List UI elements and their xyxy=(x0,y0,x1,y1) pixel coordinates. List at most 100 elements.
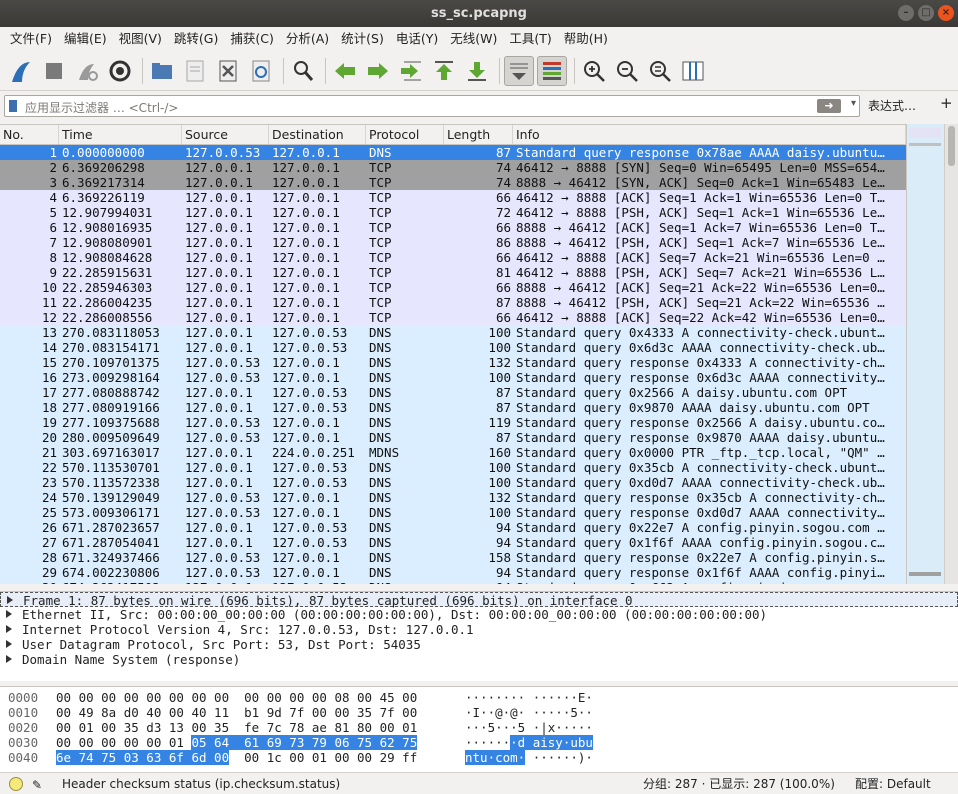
packet-row[interactable]: 5 12.907994031 127.0.0.1 127.0.0.1 TCP 72 4641… xyxy=(0,205,906,220)
menu-item-2[interactable]: 视图(V) xyxy=(113,27,168,51)
zoom-in-button[interactable] xyxy=(579,56,609,86)
hex-byte-group[interactable]: 05 64 61 69 73 79 06 75 62 75 xyxy=(191,735,418,750)
hex-bytes[interactable]: 00 00 00 00 00 01 05 64 61 69 73 79 06 7… xyxy=(56,735,440,750)
zoom-out-button[interactable] xyxy=(612,56,642,86)
column-header-destination[interactable]: Destination xyxy=(269,125,366,144)
menu-item-4[interactable]: 捕获(C) xyxy=(224,27,279,51)
expand-arrow-icon[interactable] xyxy=(6,625,12,633)
packet-row[interactable]: 13 270.083118053 127.0.0.1 127.0.0.53 DNS 100… xyxy=(0,325,906,340)
start-capture-button[interactable] xyxy=(6,56,36,86)
expand-arrow-icon[interactable] xyxy=(7,596,13,604)
packet-minimap[interactable] xyxy=(906,124,944,584)
hex-byte-group[interactable]: 00 01 00 35 d3 13 00 35 fe 7c 78 ae 81 8… xyxy=(56,720,417,735)
column-header-info[interactable]: Info xyxy=(513,125,906,144)
expand-arrow-icon[interactable] xyxy=(6,610,12,618)
ascii-group[interactable]: ntu·com· xyxy=(465,750,526,765)
ascii-group[interactable]: ···5···5 ·|x····· xyxy=(465,720,593,735)
hex-ascii[interactable]: ···5···5 ·|x····· xyxy=(465,720,593,735)
ascii-group[interactable]: ·I··@·@· ·····5·· xyxy=(465,705,593,720)
packet-row[interactable]: 15 270.109701375 127.0.0.53 127.0.0.1 DNS 132… xyxy=(0,355,906,370)
packet-row[interactable]: 19 277.109375688 127.0.0.53 127.0.0.1 DNS 119… xyxy=(0,415,906,430)
hex-bytes[interactable]: 00 49 8a d0 40 00 40 11 b1 9d 7f 00 00 3… xyxy=(56,705,440,720)
filter-history-dropdown-icon[interactable]: ▾ xyxy=(851,98,856,109)
go-last-packet-button[interactable] xyxy=(462,56,492,86)
packet-row[interactable]: 9 22.285915631 127.0.0.1 127.0.0.1 TCP 81 4641… xyxy=(0,265,906,280)
apply-filter-icon[interactable]: ➜ xyxy=(817,99,841,113)
packet-row[interactable]: 16 273.009298164 127.0.0.53 127.0.0.1 DNS 100… xyxy=(0,370,906,385)
packet-row[interactable]: 10 22.285946303 127.0.0.1 127.0.0.1 TCP 66 888… xyxy=(0,280,906,295)
menu-item-8[interactable]: 无线(W) xyxy=(444,27,503,51)
go-back-button[interactable] xyxy=(330,56,360,86)
packet-row[interactable]: 20 280.009509649 127.0.0.53 127.0.0.1 DNS 87 S… xyxy=(0,430,906,445)
save-file-button[interactable] xyxy=(180,56,210,86)
add-filter-button[interactable]: + xyxy=(940,94,953,112)
packet-row[interactable]: 3 6.369217314 127.0.0.1 127.0.0.1 TCP 74 8888 … xyxy=(0,175,906,190)
packet-row[interactable]: 25 573.009306171 127.0.0.53 127.0.0.1 DNS 100… xyxy=(0,505,906,520)
menu-item-0[interactable]: 文件(F) xyxy=(4,27,58,51)
column-header-length[interactable]: Length xyxy=(444,125,513,144)
hex-bytes[interactable]: 00 00 00 00 00 00 00 00 00 00 00 00 08 0… xyxy=(56,690,440,705)
ascii-group[interactable]: ········ ······E· xyxy=(465,690,593,705)
column-header-protocol[interactable]: Protocol xyxy=(366,125,444,144)
expression-button[interactable]: 表达式… xyxy=(868,97,916,114)
packet-row[interactable]: 22 570.113530701 127.0.0.1 127.0.0.53 DNS 100… xyxy=(0,460,906,475)
reload-file-button[interactable] xyxy=(246,56,276,86)
column-header-no[interactable]: No. xyxy=(0,125,59,144)
detail-tree-item[interactable]: Domain Name System (response) xyxy=(0,652,958,667)
expert-info-icon[interactable] xyxy=(9,777,23,791)
detail-tree-item[interactable]: Internet Protocol Version 4, Src: 127.0.… xyxy=(0,622,958,637)
hex-byte-group[interactable]: 6e 74 75 03 63 6f 6d 00 xyxy=(56,750,230,765)
packet-row[interactable]: 29 674.002230806 127.0.0.53 127.0.0.1 DNS 94 S… xyxy=(0,565,906,580)
resize-columns-button[interactable] xyxy=(678,56,708,86)
menu-item-9[interactable]: 工具(T) xyxy=(503,27,557,51)
hex-byte-group[interactable]: 00 1c 00 01 00 00 29 ff xyxy=(229,750,417,765)
autoscroll-button[interactable] xyxy=(504,55,534,86)
packet-row[interactable]: 4 6.369226119 127.0.0.1 127.0.0.1 TCP 66 46412… xyxy=(0,190,906,205)
detail-tree-item[interactable]: User Datagram Protocol, Src Port: 53, Ds… xyxy=(0,637,958,652)
column-header-time[interactable]: Time xyxy=(59,125,182,144)
ascii-group[interactable]: ······)· xyxy=(525,750,593,765)
detail-tree-item[interactable]: Ethernet II, Src: 00:00:00_00:00:00 (00:… xyxy=(0,607,958,622)
packet-row[interactable]: 30674.262417503127.0.0.1127.0.0.53DNS94S… xyxy=(0,580,906,584)
packet-row[interactable]: 7 12.908080901 127.0.0.1 127.0.0.1 TCP 86 8888… xyxy=(0,235,906,250)
profile-status[interactable]: 配置: Default xyxy=(855,773,931,794)
packet-list-scrollbar[interactable] xyxy=(944,124,958,584)
expand-arrow-icon[interactable] xyxy=(6,655,12,663)
go-forward-button[interactable] xyxy=(363,56,393,86)
packet-row[interactable]: 8 12.908084628 127.0.0.1 127.0.0.1 TCP 66 4641… xyxy=(0,250,906,265)
packet-row[interactable]: 14 270.083154171 127.0.0.1 127.0.0.53 DNS 100… xyxy=(0,340,906,355)
capture-comment-icon[interactable]: ✎ xyxy=(32,774,42,794)
hex-byte-group[interactable]: 00 00 00 00 00 00 00 00 00 00 00 00 08 0… xyxy=(56,690,417,705)
column-header-source[interactable]: Source xyxy=(182,125,269,144)
open-file-button[interactable] xyxy=(147,56,177,86)
menu-item-7[interactable]: 电话(Y) xyxy=(390,27,444,51)
menu-item-1[interactable]: 编辑(E) xyxy=(58,27,113,51)
menu-item-10[interactable]: 帮助(H) xyxy=(558,27,614,51)
packet-row[interactable]: 6 12.908016935 127.0.0.1 127.0.0.1 TCP 66 8888… xyxy=(0,220,906,235)
hex-ascii[interactable]: ········ ······E· xyxy=(465,690,593,705)
ascii-group[interactable]: ······ xyxy=(465,735,510,750)
find-packet-button[interactable] xyxy=(288,56,318,86)
packet-row[interactable]: 18 277.080919166 127.0.0.1 127.0.0.53 DNS 87 S… xyxy=(0,400,906,415)
menu-item-3[interactable]: 跳转(G) xyxy=(168,27,224,51)
go-to-packet-button[interactable] xyxy=(396,56,426,86)
hex-byte-group[interactable]: 00 49 8a d0 40 00 40 11 b1 9d 7f 00 00 3… xyxy=(56,705,417,720)
restart-capture-button[interactable] xyxy=(72,56,102,86)
close-button[interactable]: × xyxy=(938,5,954,21)
packet-row[interactable]: 23 570.113572338 127.0.0.1 127.0.0.53 DNS 100… xyxy=(0,475,906,490)
scrollbar-thumb[interactable] xyxy=(948,126,955,166)
hex-ascii[interactable]: ntu·com· ······)· xyxy=(465,750,593,765)
maximize-button[interactable]: □ xyxy=(918,5,934,21)
display-filter-input[interactable]: 应用显示过滤器 … <Ctrl-/> ➜ ▾ xyxy=(4,95,860,117)
ascii-group[interactable]: ·d aisy·ubu xyxy=(510,735,593,750)
stop-capture-button[interactable] xyxy=(39,56,69,86)
packet-row[interactable]: 28 671.324937466 127.0.0.53 127.0.0.1 DNS 158… xyxy=(0,550,906,565)
packet-row[interactable]: 11 22.286004235 127.0.0.1 127.0.0.1 TCP 87 888… xyxy=(0,295,906,310)
packet-row[interactable]: 1 0.000000000 127.0.0.53 127.0.0.1 DNS 87 Stan… xyxy=(0,145,906,160)
filter-bookmark-icon[interactable] xyxy=(9,100,17,112)
packet-row[interactable]: 17 277.080888742 127.0.0.1 127.0.0.53 DNS 87 S… xyxy=(0,385,906,400)
expand-arrow-icon[interactable] xyxy=(6,640,12,648)
menu-item-6[interactable]: 统计(S) xyxy=(335,27,390,51)
close-file-button[interactable] xyxy=(213,56,243,86)
hex-bytes[interactable]: 6e 74 75 03 63 6f 6d 00 00 1c 00 01 00 0… xyxy=(56,750,440,765)
